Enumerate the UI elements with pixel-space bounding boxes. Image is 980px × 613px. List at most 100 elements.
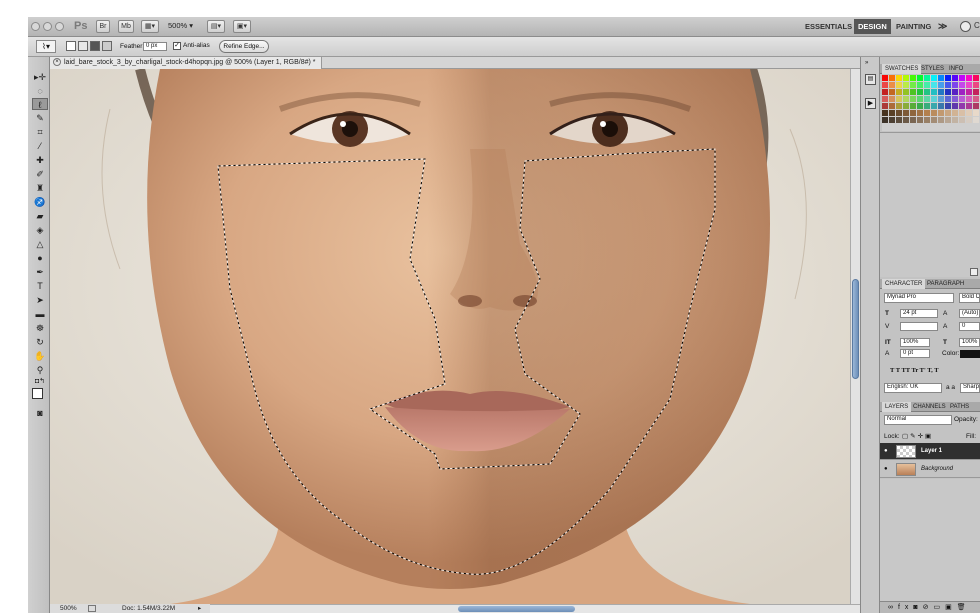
color-swatch[interactable] — [952, 103, 958, 109]
color-swatch[interactable] — [931, 75, 937, 81]
color-swatch[interactable] — [959, 96, 965, 102]
leading-input[interactable]: (Auto) — [959, 309, 980, 318]
color-swatch[interactable] — [973, 117, 979, 123]
color-swatch[interactable] — [966, 75, 972, 81]
antialias-checkbox[interactable]: ✓ — [173, 42, 181, 50]
color-swatch[interactable] — [882, 96, 888, 102]
color-swatch[interactable] — [882, 103, 888, 109]
color-swatch[interactable] — [931, 103, 937, 109]
color-swatch[interactable] — [938, 110, 944, 116]
actions-panel-icon[interactable]: ▶ — [865, 98, 876, 109]
color-swatch[interactable] — [910, 96, 916, 102]
color-swatch[interactable] — [917, 110, 923, 116]
color-swatch[interactable] — [924, 110, 930, 116]
add-to-selection-icon[interactable] — [78, 41, 88, 51]
color-swatch[interactable] — [959, 82, 965, 88]
color-swatch[interactable] — [903, 82, 909, 88]
color-swatch[interactable] — [917, 89, 923, 95]
baseline-input[interactable]: 0 pt — [900, 349, 930, 358]
color-swatch[interactable] — [903, 89, 909, 95]
spot-healing-tool-icon[interactable]: ✚ — [32, 154, 48, 166]
move-tool-icon[interactable]: ▸✛ — [32, 71, 48, 83]
color-swatch[interactable] — [917, 75, 923, 81]
color-swatch[interactable] — [952, 75, 958, 81]
color-swatch[interactable] — [882, 110, 888, 116]
color-swatch[interactable] — [917, 82, 923, 88]
color-swatch[interactable] — [924, 89, 930, 95]
blur-tool-icon[interactable]: △ — [32, 238, 48, 250]
horizontal-scale-input[interactable]: 100% — [959, 338, 980, 347]
tab-channels[interactable]: CHANNELS — [910, 402, 949, 412]
history-brush-tool-icon[interactable]: ♐ — [32, 196, 48, 208]
zoom-tool-icon[interactable]: ⚲ — [32, 364, 48, 376]
color-swatch[interactable] — [896, 103, 902, 109]
font-size-input[interactable]: 24 pt — [900, 309, 938, 318]
color-swatch[interactable] — [931, 89, 937, 95]
color-swatch[interactable] — [896, 82, 902, 88]
color-swatch[interactable] — [910, 82, 916, 88]
color-swatch[interactable] — [973, 96, 979, 102]
subtract-selection-icon[interactable] — [90, 41, 100, 51]
mini-bridge-button[interactable]: Mb — [118, 20, 134, 33]
dodge-tool-icon[interactable]: ● — [32, 252, 48, 264]
vertical-scroll-thumb[interactable] — [852, 279, 859, 379]
color-swatch[interactable] — [966, 96, 972, 102]
color-swatch[interactable] — [945, 89, 951, 95]
color-swatch[interactable] — [924, 103, 930, 109]
zoom-window-icon[interactable] — [55, 22, 64, 31]
color-swatch[interactable] — [938, 75, 944, 81]
color-swatch[interactable] — [931, 117, 937, 123]
zoom-level-dropdown[interactable]: 500% ▾ — [168, 21, 193, 30]
new-selection-icon[interactable] — [66, 41, 76, 51]
color-swatch[interactable] — [889, 82, 895, 88]
color-swatch[interactable] — [966, 117, 972, 123]
color-swatch[interactable] — [896, 89, 902, 95]
text-color-swatch[interactable] — [960, 350, 980, 358]
layer-row-background[interactable]: ● Background — [880, 461, 980, 478]
color-swatch[interactable] — [952, 117, 958, 123]
refine-edge-button[interactable]: Refine Edge... — [219, 40, 269, 53]
color-swatch[interactable] — [896, 110, 902, 116]
layer-row-layer1[interactable]: ● Layer 1 — [880, 443, 980, 460]
search-icon[interactable] — [960, 21, 971, 32]
color-swatch[interactable] — [959, 103, 965, 109]
color-swatch[interactable] — [966, 82, 972, 88]
feather-input[interactable]: 0 px — [143, 42, 167, 51]
layer-actions-bar[interactable]: ∞fx◙⊘▭▣🗑 — [880, 601, 980, 613]
clone-stamp-tool-icon[interactable]: ♜ — [32, 182, 48, 194]
eraser-tool-icon[interactable]: ▰ — [32, 210, 48, 222]
3d-orbit-tool-icon[interactable]: ↻ — [32, 336, 48, 348]
color-swatch[interactable] — [924, 96, 930, 102]
tab-paragraph[interactable]: PARAGRAPH — [924, 279, 967, 289]
eyedropper-tool-icon[interactable]: ⁄ — [32, 140, 48, 152]
type-tool-icon[interactable]: T — [32, 280, 48, 292]
tab-swatches[interactable]: SWATCHES — [882, 64, 922, 74]
visibility-eye-icon[interactable]: ● — [884, 443, 888, 460]
minimize-window-icon[interactable] — [43, 22, 52, 31]
color-swatch[interactable] — [938, 89, 944, 95]
new-swatch-icon[interactable] — [970, 268, 978, 276]
antialias-method-select[interactable]: Sharp — [960, 383, 980, 393]
color-swatch[interactable] — [952, 110, 958, 116]
color-swatch[interactable] — [896, 96, 902, 102]
color-swatch[interactable] — [945, 96, 951, 102]
color-swatch[interactable] — [938, 82, 944, 88]
color-swatch[interactable] — [910, 89, 916, 95]
rectangle-tool-icon[interactable]: ▬ — [32, 308, 48, 320]
color-swatch[interactable] — [931, 110, 937, 116]
font-family-select[interactable]: Myriad Pro — [884, 293, 954, 303]
color-swatch[interactable] — [959, 75, 965, 81]
color-swatch[interactable] — [882, 89, 888, 95]
color-swatch[interactable] — [938, 103, 944, 109]
color-swatch[interactable] — [882, 82, 888, 88]
color-swatch[interactable] — [910, 103, 916, 109]
color-swatch[interactable] — [903, 117, 909, 123]
path-selection-tool-icon[interactable]: ➤ — [32, 294, 48, 306]
color-swatch[interactable] — [959, 117, 965, 123]
color-swatch[interactable] — [889, 89, 895, 95]
marquee-tool-icon[interactable]: ◌ — [32, 85, 48, 97]
screen-mode-button[interactable]: ▣▾ — [233, 20, 251, 33]
brush-tool-icon[interactable]: ✐ — [32, 168, 48, 180]
tab-paths[interactable]: PATHS — [947, 402, 972, 412]
color-swatch[interactable] — [910, 110, 916, 116]
